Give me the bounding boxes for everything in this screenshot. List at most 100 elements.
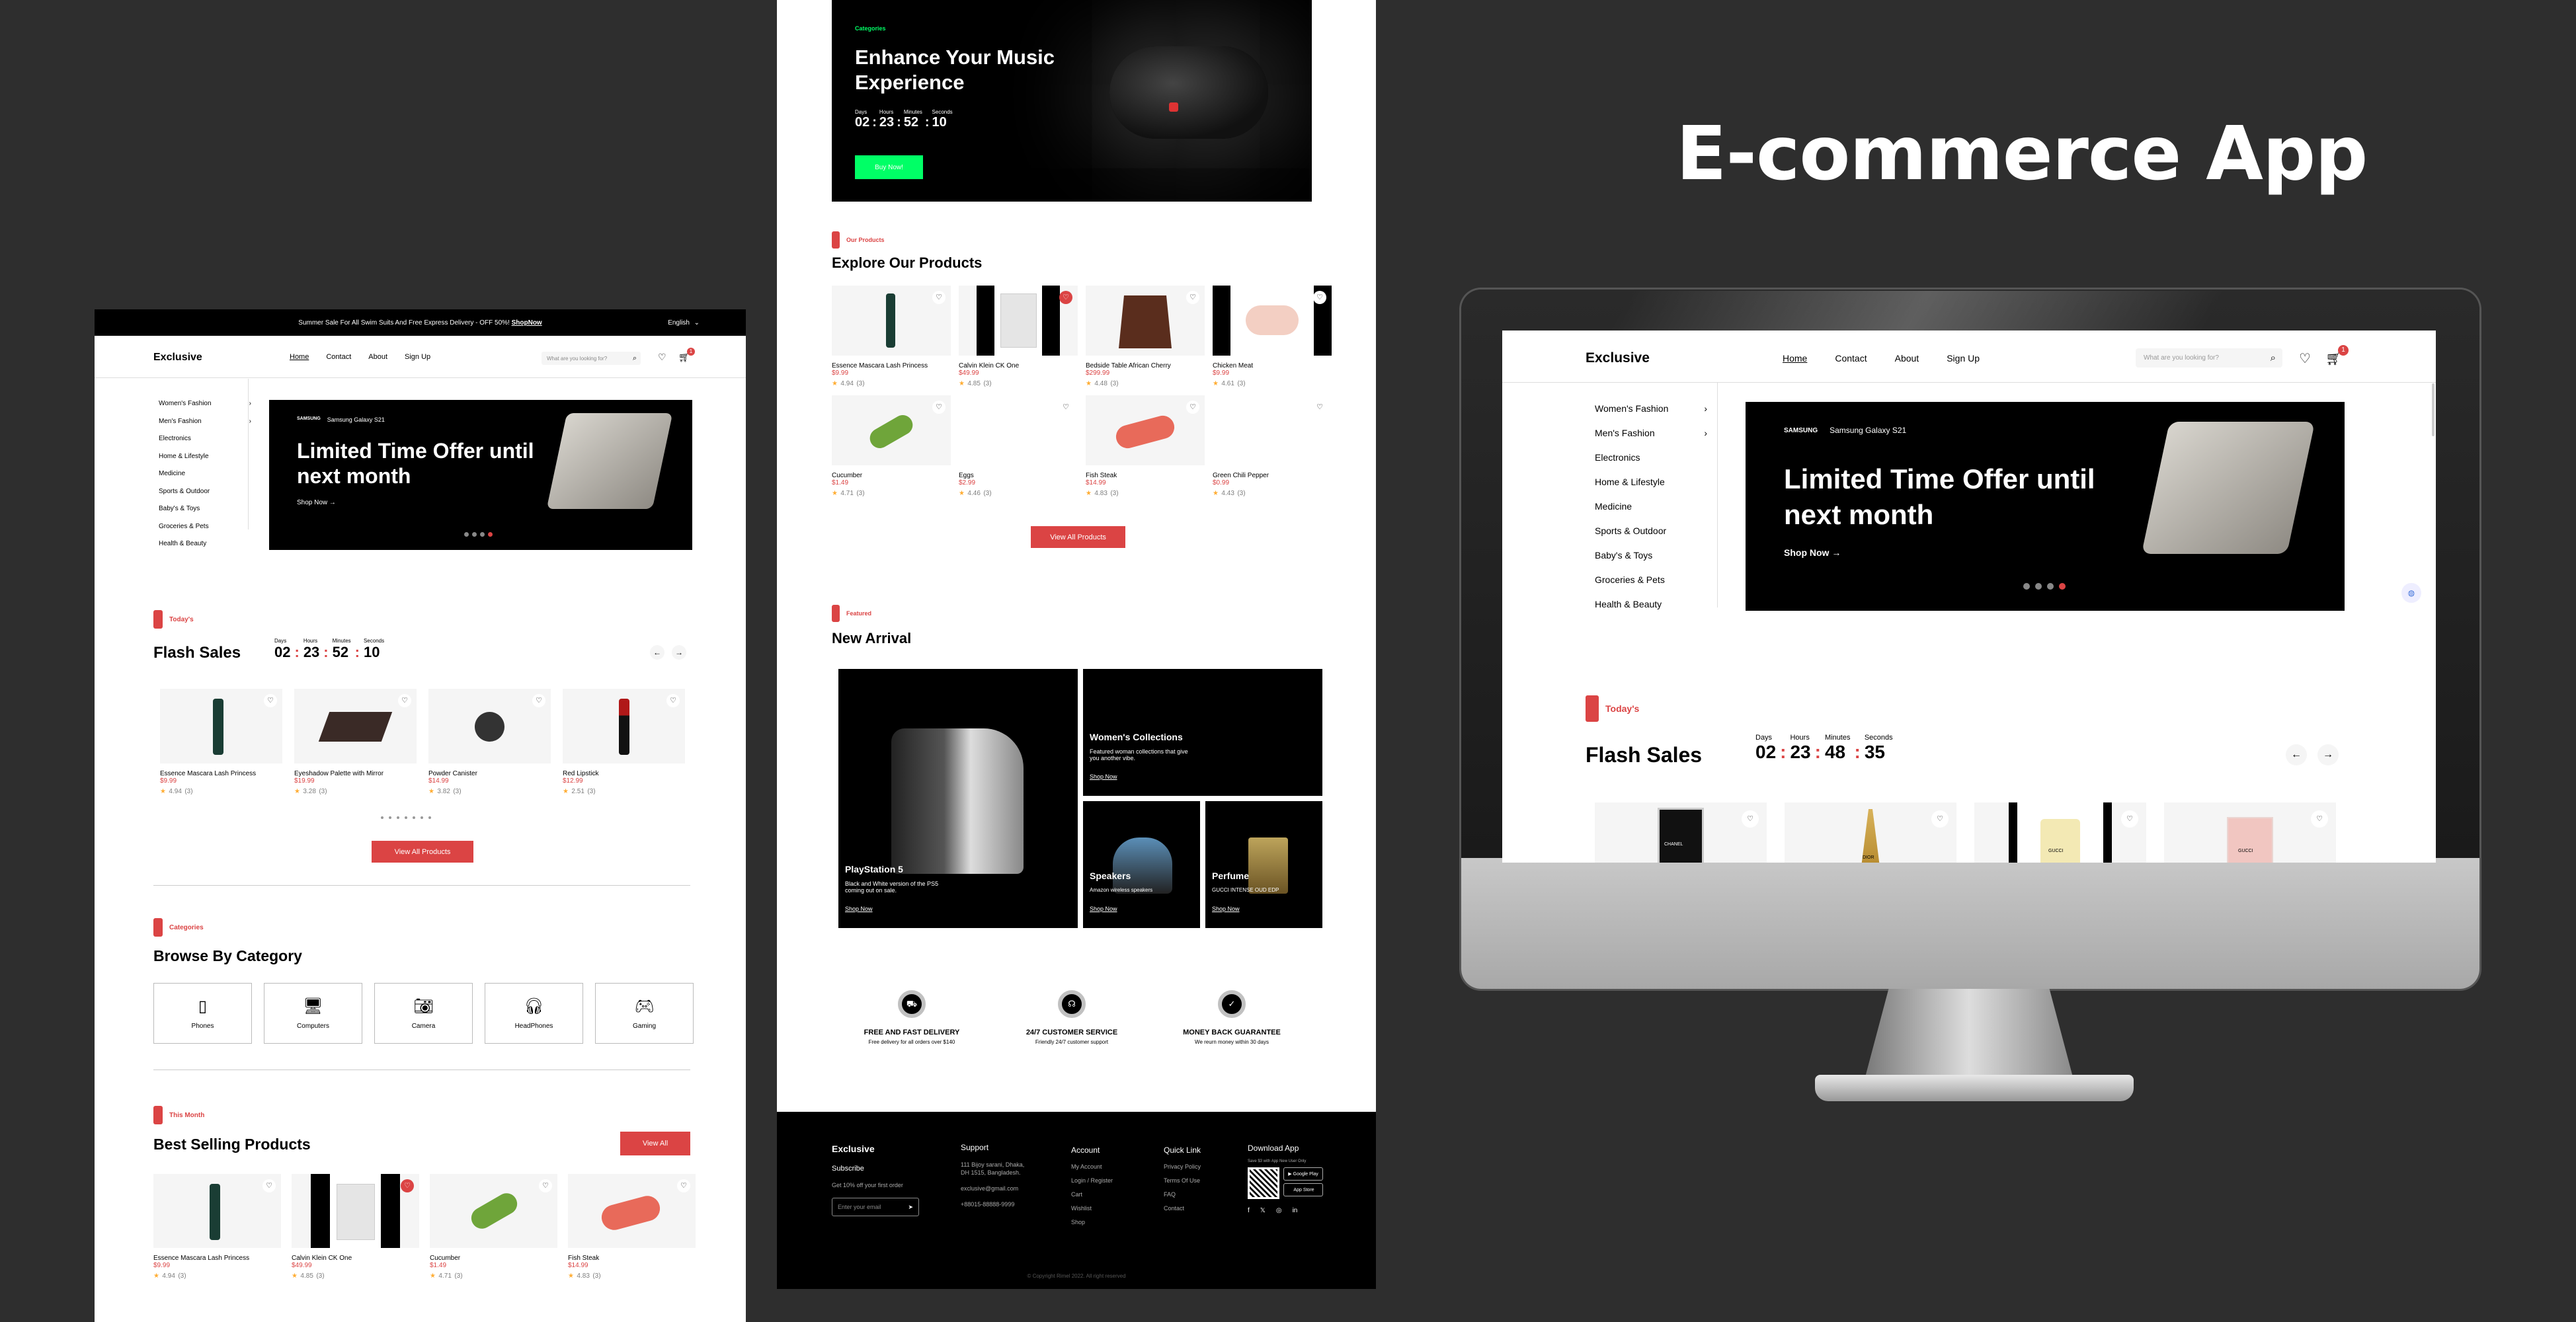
- sidebar-item-mens-fashion[interactable]: Men's Fashion ›: [159, 413, 251, 431]
- search-box[interactable]: What are you looking for? ⌕: [542, 352, 641, 365]
- heart-icon[interactable]: ♡: [932, 291, 946, 304]
- sidebar-item-baby-toys[interactable]: Baby's & Toys: [1595, 543, 1707, 568]
- footer-link[interactable]: FAQ: [1164, 1188, 1201, 1202]
- product-card[interactable]: GUCCI ♡: [2164, 802, 2336, 863]
- send-icon[interactable]: ➤: [908, 1204, 913, 1211]
- product-card[interactable]: ♡ Essence Mascara Lash Princess $9.99 ★ 4…: [832, 286, 951, 389]
- sidebar-item-home-lifestyle[interactable]: Home & Lifestyle: [159, 448, 251, 466]
- heart-icon[interactable]: ♡: [1313, 291, 1326, 304]
- footer-link[interactable]: Shop: [1071, 1216, 1113, 1229]
- heart-icon[interactable]: ♡: [1313, 401, 1326, 414]
- sidebar-item-womens-fashion[interactable]: Women's Fashion ›: [159, 395, 251, 413]
- heart-icon[interactable]: ♡: [2311, 810, 2328, 828]
- product-card[interactable]: ♡ Essence Mascara Lash Princess $9.99 ★ …: [160, 689, 282, 797]
- arrow-left-icon[interactable]: ←: [650, 645, 664, 660]
- women-card[interactable]: Women's Collections Featured woman colle…: [1083, 669, 1322, 796]
- heart-icon[interactable]: ♡: [401, 1179, 414, 1192]
- instagram-icon[interactable]: ◎: [1276, 1207, 1282, 1214]
- heart-icon[interactable]: ♡: [2121, 810, 2138, 828]
- product-card[interactable]: ♡ Chicken Meat $9.99 ★ 4.61 (3): [1213, 286, 1332, 389]
- view-all-button[interactable]: View All: [620, 1132, 690, 1155]
- view-all-products-button[interactable]: View All Products: [1031, 526, 1125, 548]
- sidebar-item-sports[interactable]: Sports & Outdoor: [159, 483, 251, 501]
- logo[interactable]: Exclusive: [1586, 350, 1650, 366]
- search-icon[interactable]: ⌕: [2271, 352, 2276, 364]
- heart-icon[interactable]: ♡: [658, 352, 666, 363]
- scrollbar[interactable]: [2432, 383, 2435, 436]
- heart-icon[interactable]: ♡: [1059, 291, 1072, 304]
- nav-contact[interactable]: Contact: [326, 353, 351, 361]
- product-card[interactable]: CHANEL ♡: [1595, 802, 1767, 863]
- logo[interactable]: Exclusive: [153, 352, 202, 364]
- app-store-button[interactable]: App Store: [1283, 1183, 1323, 1196]
- heart-icon[interactable]: ♡: [262, 1179, 276, 1192]
- footer-link[interactable]: Wishlist: [1071, 1202, 1113, 1216]
- sidebar-item-groceries[interactable]: Groceries & Pets: [159, 518, 251, 536]
- buy-now-button[interactable]: Buy Now!: [855, 155, 923, 179]
- speakers-card[interactable]: Speakers Amazon wireless speakers Shop N…: [1083, 801, 1200, 928]
- carousel-dots[interactable]: [464, 532, 493, 537]
- product-card[interactable]: ♡ Eggs $2.99 ★ 4.46 (3): [959, 395, 1078, 498]
- product-card[interactable]: ♡ Red Lipstick $12.99 ★ 2.51 (3): [563, 689, 685, 797]
- language-select[interactable]: English: [668, 319, 690, 327]
- sidebar-item-electronics[interactable]: Electronics: [159, 430, 251, 448]
- email-field[interactable]: Enter your email ➤: [832, 1198, 919, 1216]
- product-card[interactable]: GUCCI ♡: [1974, 802, 2146, 863]
- heart-icon[interactable]: ♡: [1186, 291, 1199, 304]
- search-input[interactable]: What are you looking for?: [2144, 354, 2219, 362]
- search-input[interactable]: What are you looking for?: [547, 356, 607, 362]
- footer-link[interactable]: My Account: [1071, 1160, 1113, 1174]
- product-card[interactable]: ♡ Essence Mascara Lash Princess $9.99 ★ …: [153, 1174, 281, 1281]
- sidebar-item-sports[interactable]: Sports & Outdoor: [1595, 519, 1707, 543]
- nav-signup[interactable]: Sign Up: [405, 353, 430, 361]
- product-card[interactable]: ♡ Cucumber $1.49 ★ 4.71 (3): [430, 1174, 557, 1281]
- product-card[interactable]: ♡ Fish Steak $14.99 ★ 4.83 (3): [1086, 395, 1205, 498]
- heart-icon[interactable]: ♡: [932, 401, 946, 414]
- view-all-products-button[interactable]: View All Products: [372, 841, 473, 863]
- heart-icon[interactable]: ♡: [2299, 350, 2311, 367]
- hero-shop-now[interactable]: Shop Now →: [1784, 547, 1841, 558]
- women-shop-now[interactable]: Shop Now: [1090, 773, 1117, 780]
- product-card[interactable]: ♡ Eyeshadow Palette with Mirror $19.99 ★…: [294, 689, 417, 797]
- footer-link[interactable]: Terms Of Use: [1164, 1174, 1201, 1188]
- pagination-dots[interactable]: [381, 816, 431, 819]
- sidebar-item-baby-toys[interactable]: Baby's & Toys: [159, 500, 251, 518]
- product-card[interactable]: DIOR ♡: [1785, 802, 1956, 863]
- sidebar-item-health[interactable]: Health & Beauty: [159, 535, 251, 553]
- product-card[interactable]: ♡ Powder Canister $14.99 ★ 3.82 (3): [428, 689, 551, 797]
- product-card[interactable]: ♡ Calvin Klein CK One $49.99 ★ 4.85 (3): [959, 286, 1078, 389]
- product-card[interactable]: ♡ Cucumber $1.49 ★ 4.71 (3): [832, 395, 951, 498]
- category-headphones[interactable]: 🎧︎ HeadPhones: [485, 983, 583, 1044]
- heart-icon[interactable]: ♡: [532, 694, 545, 707]
- sidebar-item-mens-fashion[interactable]: Men's Fashion ›: [1595, 421, 1707, 446]
- perfume-shop-now[interactable]: Shop Now: [1212, 906, 1240, 912]
- nav-about[interactable]: About: [368, 353, 387, 361]
- sidebar-item-home-lifestyle[interactable]: Home & Lifestyle: [1595, 470, 1707, 494]
- heart-icon[interactable]: ♡: [1931, 810, 1949, 828]
- heart-icon[interactable]: ♡: [1742, 810, 1759, 828]
- category-computers[interactable]: 🖥︎ Computers: [264, 983, 362, 1044]
- google-play-button[interactable]: ▶ Google Play: [1283, 1167, 1323, 1181]
- footer-link[interactable]: Privacy Policy: [1164, 1160, 1201, 1174]
- heart-icon[interactable]: ♡: [1059, 401, 1072, 414]
- carousel-dots[interactable]: [2023, 583, 2066, 590]
- category-gaming[interactable]: 🎮︎ Gaming: [595, 983, 694, 1044]
- nav-home[interactable]: Home: [290, 353, 309, 361]
- arrow-right-icon[interactable]: →: [2317, 744, 2339, 765]
- sidebar-item-groceries[interactable]: Groceries & Pets: [1595, 568, 1707, 592]
- heart-icon[interactable]: ♡: [666, 694, 680, 707]
- nav-signup[interactable]: Sign Up: [1947, 353, 1980, 364]
- category-camera[interactable]: 📷︎ Camera: [374, 983, 473, 1044]
- nav-about[interactable]: About: [1895, 353, 1919, 364]
- product-card[interactable]: ♡ Bedside Table African Cherry $299.99 ★ …: [1086, 286, 1205, 389]
- ps5-card[interactable]: PlayStation 5 Black and White version of…: [838, 669, 1078, 928]
- sidebar-item-electronics[interactable]: Electronics: [1595, 446, 1707, 470]
- heart-icon[interactable]: ♡: [398, 694, 411, 707]
- search-box[interactable]: What are you looking for? ⌕: [2136, 348, 2282, 368]
- facebook-icon[interactable]: f: [1248, 1207, 1250, 1214]
- heart-icon[interactable]: ♡: [264, 694, 277, 707]
- arrow-left-icon[interactable]: ←: [2286, 744, 2307, 765]
- sidebar-item-medicine[interactable]: Medicine: [1595, 494, 1707, 519]
- sidebar-item-medicine[interactable]: Medicine: [159, 465, 251, 483]
- product-card[interactable]: ♡ Fish Steak $14.99 ★ 4.83 (3): [568, 1174, 696, 1281]
